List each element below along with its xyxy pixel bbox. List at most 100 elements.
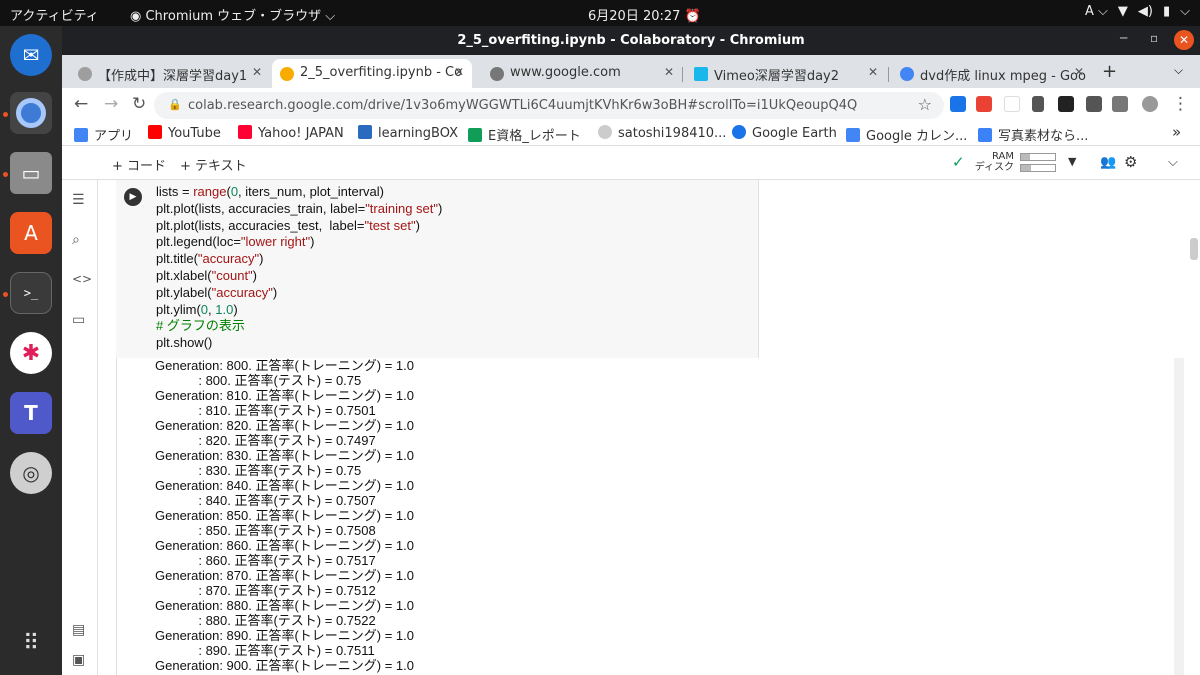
- code-line[interactable]: plt.ylim(0, 1.0): [156, 302, 442, 319]
- disk-usage-bar: [1020, 164, 1056, 172]
- close-tab-icon[interactable]: ✕: [1074, 65, 1084, 79]
- output-line: Generation: 880. 正答率(トレーニング) = 1.0: [155, 598, 415, 613]
- lock-icon[interactable]: 🔒: [168, 98, 182, 111]
- close-tab-icon[interactable]: ✕: [664, 65, 674, 79]
- code-token: # グラフの表示: [156, 318, 245, 334]
- show-applications-icon[interactable]: ⠿: [10, 622, 52, 664]
- extension-icon[interactable]: [1032, 96, 1044, 112]
- teams-icon[interactable]: T: [10, 392, 52, 434]
- code-line[interactable]: plt.title("accuracy"): [156, 251, 442, 268]
- red-dot-extension-icon[interactable]: [1004, 96, 1020, 112]
- url-text[interactable]: colab.research.google.com/drive/1v3o6myW…: [188, 98, 857, 113]
- settings-gear-icon[interactable]: ⚙: [1124, 153, 1137, 171]
- reading-list-icon[interactable]: [1112, 96, 1128, 112]
- power-menu-icon: ⌵: [1180, 4, 1190, 19]
- input-method-indicator[interactable]: A ⌵: [1085, 4, 1108, 19]
- bookmark-label: learningBOX: [378, 126, 459, 141]
- add-text-button[interactable]: + テキスト: [180, 155, 247, 174]
- cell-output: Generation: 800. 正答率(トレーニング) = 1.0 : 800…: [116, 358, 1174, 675]
- code-line[interactable]: # グラフの表示: [156, 318, 442, 335]
- command-palette-icon[interactable]: ▤: [72, 622, 85, 638]
- terminal-icon[interactable]: >_: [10, 272, 52, 314]
- bookmark-yahoo[interactable]: Yahoo! JAPAN: [238, 125, 344, 141]
- code-snippets-icon[interactable]: <>: [72, 272, 92, 286]
- code-line[interactable]: plt.plot(lists, accuracies_train, label=…: [156, 201, 442, 218]
- chromium-icon[interactable]: [10, 92, 52, 134]
- profile-avatar[interactable]: [1142, 96, 1158, 112]
- code-token: plt.title(: [156, 251, 198, 267]
- slack-icon[interactable]: ✱: [10, 332, 52, 374]
- gmail-icon[interactable]: [976, 96, 992, 112]
- code-token: "training set": [365, 200, 439, 216]
- running-indicator: [3, 292, 8, 297]
- code-line[interactable]: lists = range(0, iters_num, plot_interva…: [156, 184, 442, 201]
- bookmark-star-icon[interactable]: ☆: [918, 95, 932, 114]
- minimize-button[interactable]: ─: [1120, 31, 1127, 45]
- bookmark-label: Google カレン...: [866, 129, 968, 144]
- collapse-header-icon[interactable]: ⌵: [1168, 155, 1178, 170]
- terminal-icon[interactable]: ▣: [72, 652, 85, 668]
- code-cell[interactable]: ▶ lists = range(0, iters_num, plot_inter…: [116, 180, 759, 358]
- page-scrollbar-thumb[interactable]: [1190, 238, 1198, 260]
- maximize-button[interactable]: ▫: [1150, 31, 1158, 45]
- more-bookmarks-icon[interactable]: »: [1172, 123, 1181, 141]
- extension-icon[interactable]: [950, 96, 966, 112]
- tab-google[interactable]: www.google.com ✕: [482, 59, 682, 88]
- files-icon[interactable]: ▭: [10, 152, 52, 194]
- tab-search-button[interactable]: ⌵: [1174, 63, 1183, 78]
- software-center-icon[interactable]: A: [10, 212, 52, 254]
- output-text: Generation: 800. 正答率(トレーニング) = 1.0 : 800…: [155, 358, 414, 673]
- add-code-button[interactable]: + コード: [112, 155, 166, 174]
- share-people-icon[interactable]: 👥: [1100, 155, 1116, 170]
- search-icon[interactable]: ⌕: [72, 232, 80, 248]
- close-tab-icon[interactable]: ✕: [454, 65, 464, 79]
- table-of-contents-icon[interactable]: ☰: [72, 192, 85, 208]
- bookmark-learningbox[interactable]: learningBOX: [358, 125, 458, 141]
- tab-sakusei[interactable]: 【作成中】深層学習day1 ✕: [70, 59, 270, 88]
- bookmark-photo[interactable]: 写真素材なら...: [978, 125, 1088, 144]
- tab-vimeo[interactable]: Vimeo深層学習day2 ✕: [686, 59, 886, 88]
- dvd-icon[interactable]: ◎: [10, 452, 52, 494]
- app-menu[interactable]: ◉ Chromium ウェブ・ブラウザ ⌵: [130, 5, 335, 24]
- tab-colab[interactable]: 2_5_overfiting.ipynb - Co ✕: [272, 59, 472, 88]
- bookmark-satoshi[interactable]: satoshi198410...: [598, 125, 726, 141]
- new-tab-button[interactable]: +: [1102, 61, 1117, 82]
- output-line: Generation: 890. 正答率(トレーニング) = 1.0: [155, 628, 415, 643]
- code-editor[interactable]: lists = range(0, iters_num, plot_interva…: [156, 184, 442, 352]
- thunderbird-icon[interactable]: ✉: [10, 34, 52, 76]
- activities-button[interactable]: アクティビティ: [10, 5, 99, 24]
- code-line[interactable]: plt.plot(lists, accuracies_test, label="…: [156, 218, 442, 235]
- calendar-icon: [846, 128, 860, 142]
- resource-dropdown-icon[interactable]: ▼: [1068, 155, 1076, 168]
- alarm-icon: ⏰: [684, 9, 701, 24]
- code-line[interactable]: plt.ylabel("accuracy"): [156, 285, 442, 302]
- reload-button[interactable]: ↻: [132, 94, 146, 114]
- bookmark-apps[interactable]: アプリ: [74, 125, 133, 144]
- bookmark-google-earth[interactable]: Google Earth: [732, 125, 837, 141]
- close-window-button[interactable]: ✕: [1174, 30, 1194, 50]
- code-line[interactable]: plt.legend(loc="lower right"): [156, 234, 442, 251]
- system-tray[interactable]: A ⌵ ▼ ◀) ▮ ⌵: [1085, 4, 1190, 19]
- code-line[interactable]: plt.xlabel("count"): [156, 268, 442, 285]
- bookmark-e-shikaku[interactable]: E資格_レポート: [468, 125, 581, 144]
- close-tab-icon[interactable]: ✕: [252, 65, 262, 79]
- run-cell-button[interactable]: ▶: [124, 188, 142, 206]
- files-folder-icon[interactable]: ▭: [72, 312, 85, 328]
- output-scrollbar[interactable]: [1174, 358, 1184, 675]
- tab-label: Vimeo深層学習day2: [714, 69, 840, 84]
- close-tab-icon[interactable]: ✕: [868, 65, 878, 79]
- extension-icon[interactable]: [1058, 96, 1074, 112]
- puzzle-extensions-icon[interactable]: [1086, 96, 1102, 112]
- bookmark-google-calendar[interactable]: Google カレン...: [846, 125, 967, 144]
- address-bar[interactable]: 🔒 colab.research.google.com/drive/1v3o6m…: [154, 92, 944, 119]
- code-line[interactable]: plt.show(): [156, 335, 442, 352]
- bookmark-youtube[interactable]: YouTube: [148, 125, 221, 141]
- window-titlebar[interactable]: 2_5_overfiting.ipynb - Colaboratory - Ch…: [62, 26, 1200, 55]
- ram-usage-bar: [1020, 153, 1056, 161]
- back-button[interactable]: ←: [74, 94, 88, 114]
- clock[interactable]: 6月20日 20:27 ⏰: [588, 5, 701, 24]
- forward-button[interactable]: →: [104, 94, 118, 114]
- tab-dvd-search[interactable]: dvd作成 linux mpeg - Goo ✕: [892, 59, 1092, 88]
- browser-menu-icon[interactable]: ⋮: [1172, 94, 1189, 114]
- resource-monitor[interactable]: RAM ディスク: [972, 151, 1014, 173]
